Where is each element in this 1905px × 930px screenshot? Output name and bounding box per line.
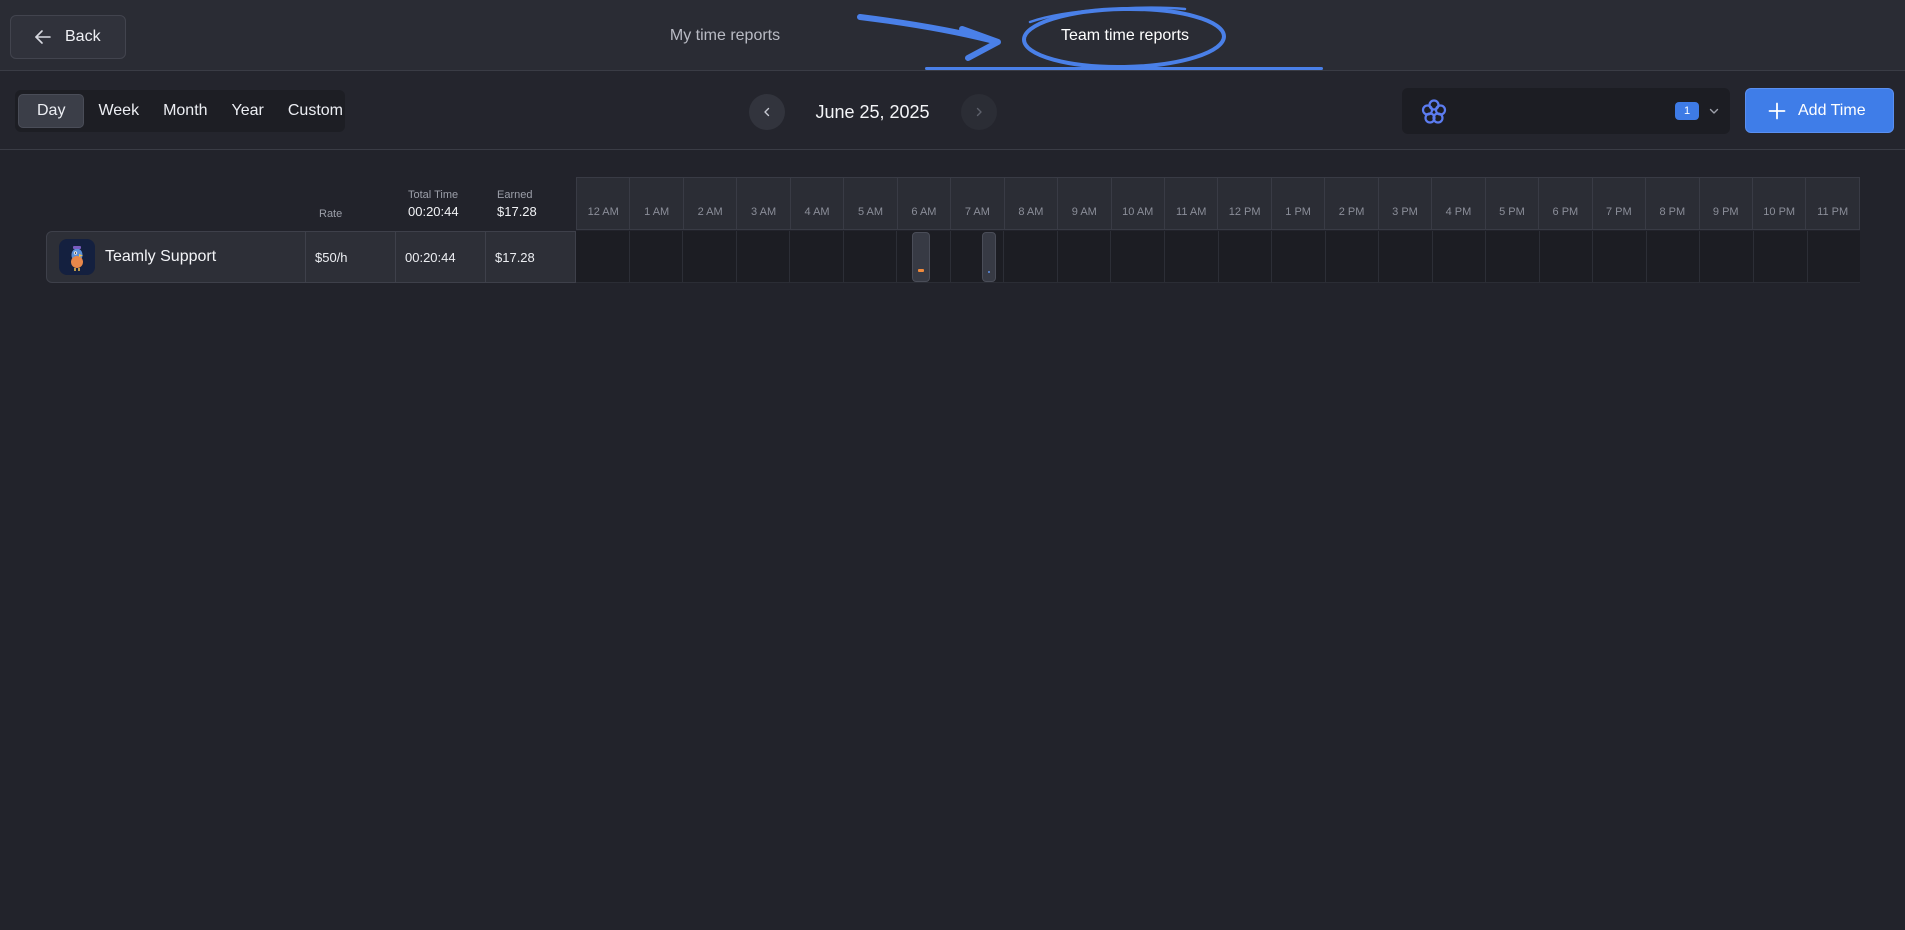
- earned-summary: $17.28: [497, 204, 537, 219]
- hour-label: 11 AM: [1165, 178, 1219, 229]
- period-year-button[interactable]: Year: [220, 94, 276, 128]
- tab-my-time-reports[interactable]: My time reports: [600, 0, 850, 71]
- hour-slot[interactable]: [1486, 231, 1540, 282]
- tab-team-time-reports-label: Team time reports: [1060, 26, 1190, 44]
- avatar: [59, 239, 95, 275]
- hour-label: 1 AM: [630, 178, 684, 229]
- activity-mark: [987, 271, 990, 273]
- total-time-summary: 00:20:44: [408, 204, 459, 219]
- toolbar: Day Week Month Year Custom June 25, 2025…: [0, 71, 1905, 150]
- column-header-rate: Rate: [319, 208, 343, 220]
- hour-slot[interactable]: [1165, 231, 1219, 282]
- hour-slot[interactable]: [844, 231, 898, 282]
- arrow-left-icon: [35, 30, 51, 44]
- hour-label: 2 AM: [684, 178, 738, 229]
- hour-slot[interactable]: [1004, 231, 1058, 282]
- hour-label: 4 PM: [1432, 178, 1486, 229]
- hour-label: 11 PM: [1817, 206, 1849, 218]
- chevron-left-icon: [764, 107, 770, 117]
- hour-label: 9 PM: [1700, 178, 1753, 229]
- hour-label: 5 AM: [844, 178, 898, 229]
- hour-label: 5 PM: [1486, 178, 1540, 229]
- next-date-button[interactable]: [961, 94, 997, 130]
- add-time-button[interactable]: Add Time: [1745, 88, 1894, 133]
- top-bar: Back My time reports Team time reports: [0, 0, 1905, 71]
- hour-slot[interactable]: [1272, 231, 1326, 282]
- user-name: Teamly Support: [105, 248, 217, 265]
- hour-label: 8 AM: [1005, 178, 1059, 229]
- hour-slot[interactable]: [1647, 231, 1701, 282]
- hour-slot[interactable]: [897, 231, 951, 282]
- hour-slot[interactable]: [1593, 231, 1647, 282]
- hour-slot[interactable]: [1111, 231, 1166, 282]
- period-day-button[interactable]: Day: [18, 94, 85, 128]
- hour-label: 12 AM: [577, 178, 631, 229]
- table-row[interactable]: Teamly Support $50/h 00:20:44 $17.28: [46, 231, 576, 283]
- column-header-earned: Earned: [497, 189, 533, 201]
- period-selector: Day Week Month Year Custom: [15, 90, 345, 132]
- hour-slot[interactable]: [1433, 231, 1487, 282]
- chevron-right-icon: [976, 107, 982, 117]
- hour-slot[interactable]: [683, 231, 737, 282]
- hour-label: 10 AM: [1112, 178, 1165, 229]
- activity-mark: [918, 269, 925, 272]
- hour-slot[interactable]: [951, 231, 1005, 282]
- hour-slot[interactable]: [1058, 231, 1112, 282]
- team-logo-icon: [1421, 99, 1447, 124]
- current-date: June 25, 2025: [815, 101, 930, 122]
- period-custom-button[interactable]: Custom: [276, 94, 355, 128]
- activity-bar[interactable]: [912, 232, 931, 282]
- selected-count-badge: 1: [1675, 102, 1699, 120]
- hour-slot[interactable]: [737, 231, 791, 282]
- tab-my-time-reports-label: My time reports: [669, 26, 781, 44]
- hour-label: 3 AM: [737, 178, 791, 229]
- previous-date-button[interactable]: [749, 94, 785, 130]
- active-tab-indicator: [925, 67, 1323, 70]
- hour-label: 3 PM: [1379, 178, 1433, 229]
- total-time-cell: 00:20:44: [396, 232, 486, 282]
- hour-slot[interactable]: [1808, 231, 1861, 282]
- hour-label: 2 PM: [1325, 178, 1379, 229]
- back-label: Back: [65, 28, 101, 45]
- hour-slot[interactable]: [630, 231, 684, 282]
- hour-slot[interactable]: [576, 231, 630, 282]
- timeline-row: [576, 231, 1860, 283]
- earned-cell: $17.28: [495, 249, 535, 265]
- hour-slot[interactable]: [1379, 231, 1433, 282]
- hour-slot[interactable]: [1754, 231, 1808, 282]
- hour-label: 9 AM: [1058, 178, 1112, 229]
- parrot-avatar-icon: [71, 246, 83, 271]
- hour-slot[interactable]: [790, 231, 844, 282]
- hour-label: 12 PM: [1218, 178, 1272, 229]
- period-week-button[interactable]: Week: [86, 94, 151, 128]
- plus-icon: [1768, 102, 1786, 119]
- hour-label: 7 PM: [1593, 178, 1647, 229]
- hour-slot[interactable]: [1540, 231, 1594, 282]
- hour-label: 10 PM: [1753, 178, 1807, 229]
- column-header-total-time: Total Time: [408, 189, 459, 201]
- rate-cell: $50/h: [306, 232, 396, 282]
- timeline-header: 12 AM 1 AM 2 AM 3 AM 4 AM 5 AM 6 AM 7 AM 8 AM 9 A…: [576, 177, 1860, 230]
- hour-label: 6 PM: [1539, 178, 1593, 229]
- add-time-label: Add Time: [1798, 101, 1866, 119]
- hour-label: 8 PM: [1646, 178, 1700, 229]
- user-cell: Teamly Support: [47, 232, 306, 282]
- activity-bar[interactable]: [981, 232, 996, 282]
- hour-label: 7 AM: [951, 178, 1005, 229]
- period-month-button[interactable]: Month: [151, 94, 219, 128]
- hour-slot[interactable]: [1700, 231, 1755, 282]
- hour-label: 1 PM: [1272, 178, 1326, 229]
- hour-label: 4 AM: [791, 178, 845, 229]
- back-button[interactable]: Back: [10, 15, 126, 59]
- hour-slot[interactable]: [1219, 231, 1273, 282]
- chevron-down-icon: [1709, 108, 1719, 114]
- team-member-select[interactable]: 1: [1402, 88, 1730, 134]
- hour-label: 6 AM: [898, 178, 952, 229]
- hour-slot[interactable]: [1326, 231, 1380, 282]
- tab-team-time-reports[interactable]: Team time reports: [925, 0, 1325, 71]
